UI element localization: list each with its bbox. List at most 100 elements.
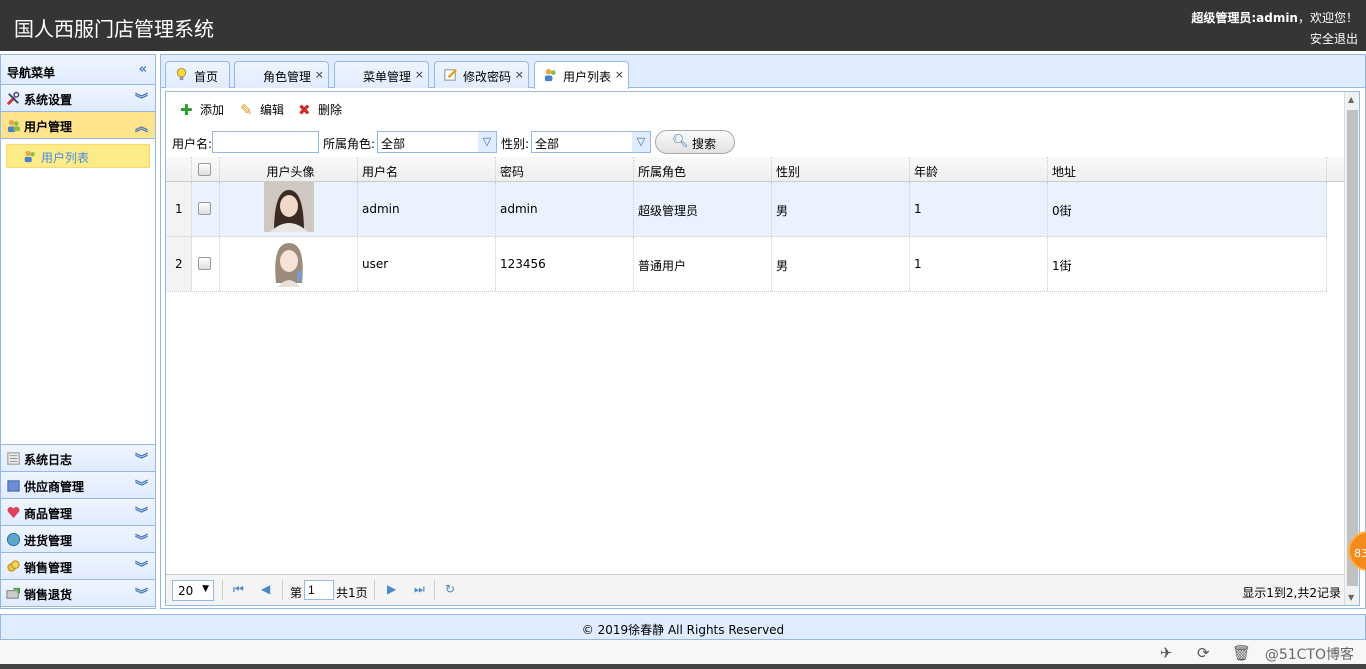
expand-icon[interactable]: ︾ [135, 503, 148, 522]
column-header[interactable]: 用户名 [358, 157, 496, 181]
first-page-icon[interactable]: ⏮︎ [233, 582, 244, 597]
edit-button[interactable]: ✎ 编辑 [238, 101, 284, 119]
nav-section-label: 商品管理 [24, 507, 73, 521]
user-role: 超级管理员:admin [1191, 11, 1298, 25]
edit-icon [444, 68, 457, 81]
table-row[interactable]: 1 admin admin 超级管理员 男 1 0街 [166, 182, 1327, 237]
scroll-down-icon[interactable]: ▼ [1348, 593, 1354, 602]
avatar [264, 182, 314, 232]
close-icon[interactable]: × [415, 68, 424, 81]
scroll-up-icon[interactable]: ▲ [1348, 95, 1354, 104]
logout-link[interactable]: 安全退出 [1310, 30, 1358, 47]
expand-icon[interactable]: ︾ [135, 557, 148, 576]
tab-menu-management[interactable]: 菜单管理 × [334, 61, 429, 88]
add-button[interactable]: ✚ 添加 [178, 101, 224, 119]
column-header[interactable]: 密码 [496, 157, 634, 181]
tab-label: 修改密码 [463, 70, 512, 84]
expand-icon[interactable]: ︾ [135, 89, 148, 108]
role-label: 所属角色: [323, 137, 376, 151]
nav-item-user-list[interactable]: 用户列表 [6, 144, 150, 168]
pin-icon[interactable]: ✈ [1160, 644, 1173, 662]
nav-section-purchase[interactable]: 进货管理 ︾ [1, 526, 155, 553]
search-button[interactable]: 🔍︎ 搜索 [655, 130, 735, 154]
next-page-icon[interactable]: ▶ [387, 582, 396, 596]
nav-item-label: 用户列表 [41, 151, 90, 165]
page-prefix: 第 [290, 586, 303, 600]
tab-label: 首页 [194, 70, 219, 84]
row-number: 1 [166, 182, 192, 236]
taskbar [0, 664, 1366, 669]
username-input[interactable] [212, 131, 319, 153]
column-header[interactable]: 年龄 [910, 157, 1048, 181]
share-icon[interactable]: ⟳ [1197, 644, 1210, 662]
nav-section-label: 销售管理 [24, 561, 73, 575]
username-label: 用户名: [172, 137, 213, 151]
close-icon[interactable]: × [515, 68, 524, 81]
heart-icon [7, 507, 20, 519]
trash-icon[interactable]: 🗑︎ [1232, 644, 1251, 662]
nav-section-system-log[interactable]: 系统日志 ︾ [1, 445, 155, 472]
pencil-icon: ✎ [240, 101, 253, 119]
column-header[interactable]: 性别 [772, 157, 910, 181]
last-page-icon[interactable]: ⏭︎ [414, 582, 425, 597]
nav-section-system-settings[interactable]: 系统设置 ︾ [1, 85, 155, 112]
password-cell: admin [496, 182, 634, 236]
nav-section-user-management[interactable]: 用户管理 ︽ [1, 112, 155, 139]
nav-section-sales-return[interactable]: 销售退货 ︾ [1, 580, 155, 607]
page-size-select[interactable]: 20 ▼ [172, 580, 214, 601]
avatar-cell [220, 182, 358, 236]
caret-down-icon: ▼ [202, 584, 209, 594]
page-number-input[interactable] [304, 580, 334, 600]
lightbulb-icon [176, 67, 187, 81]
coins-icon [7, 560, 20, 572]
expand-icon[interactable]: ︾ [135, 476, 148, 495]
table-header: 用户头像 用户名 密码 所属角色 性别 年龄 地址 [166, 157, 1346, 182]
table-row[interactable]: 2 user 123456 普通用户 男 1 1街 [166, 237, 1327, 292]
vertical-scrollbar[interactable]: ▲ ▼ [1344, 92, 1359, 605]
tab-label: 菜单管理 [363, 70, 412, 84]
close-icon[interactable]: × [315, 68, 324, 81]
tab-role-management[interactable]: 角色管理 × [234, 61, 329, 88]
prev-page-icon[interactable]: ◀ [261, 582, 270, 596]
gender-cell: 男 [772, 237, 910, 291]
main-panel: 首页 角色管理 × 菜单管理 × 修改密码 × 用户列表 × ✚ 添加 ✎ 编辑… [160, 54, 1366, 609]
select-all-checkbox[interactable] [198, 163, 211, 176]
nav-header: 导航菜单 « [1, 55, 155, 85]
column-header[interactable]: 用户头像 [220, 157, 358, 181]
search-icon: 🔍︎ [672, 134, 689, 149]
collapse-icon[interactable]: ︽ [135, 116, 148, 135]
nav-section-supplier[interactable]: 供应商管理 ︾ [1, 472, 155, 499]
delete-button[interactable]: ✖ 删除 [296, 101, 342, 119]
column-header[interactable]: 所属角色 [634, 157, 772, 181]
tools-icon [6, 91, 20, 106]
expand-icon[interactable]: ︾ [135, 530, 148, 549]
avatar [264, 237, 314, 287]
nav-section-label: 系统设置 [24, 93, 73, 107]
pagination-bar: 20 ▼ ⏮︎ ◀ 第 共1页 ▶ ⏭︎ ↻ 显示1到2,共2记录 [166, 574, 1346, 605]
row-checkbox[interactable] [198, 202, 211, 215]
tab-strip: 首页 角色管理 × 菜单管理 × 修改密码 × 用户列表 × [161, 55, 1365, 89]
expand-icon[interactable]: ︾ [135, 449, 148, 468]
nav-section-label: 供应商管理 [24, 480, 85, 494]
scroll-thumb[interactable] [1347, 110, 1358, 586]
refresh-icon[interactable]: ↻ [445, 582, 455, 596]
nav-section-goods[interactable]: 商品管理 ︾ [1, 499, 155, 526]
row-select-cell [192, 237, 220, 291]
role-select-value: 全部 [381, 137, 406, 151]
users-icon [544, 68, 556, 82]
tab-user-list[interactable]: 用户列表 × [534, 61, 629, 89]
close-icon[interactable]: × [615, 68, 624, 81]
column-header[interactable]: 地址 [1048, 157, 1327, 181]
row-checkbox[interactable] [198, 257, 211, 270]
tab-change-password[interactable]: 修改密码 × [434, 61, 529, 88]
gender-label: 性别: [501, 137, 530, 151]
select-all-cell [192, 157, 220, 181]
gender-select[interactable]: 全部 ▽ [531, 131, 651, 153]
users-icon [7, 119, 21, 133]
tab-home[interactable]: 首页 [165, 61, 230, 88]
expand-icon[interactable]: ︾ [135, 584, 148, 603]
role-select[interactable]: 全部 ▽ [377, 131, 497, 153]
collapse-left-icon[interactable]: « [139, 62, 147, 77]
nav-section-sales[interactable]: 销售管理 ︾ [1, 553, 155, 580]
copyright: © 2019徐春静 All Rights Reserved [581, 623, 785, 637]
